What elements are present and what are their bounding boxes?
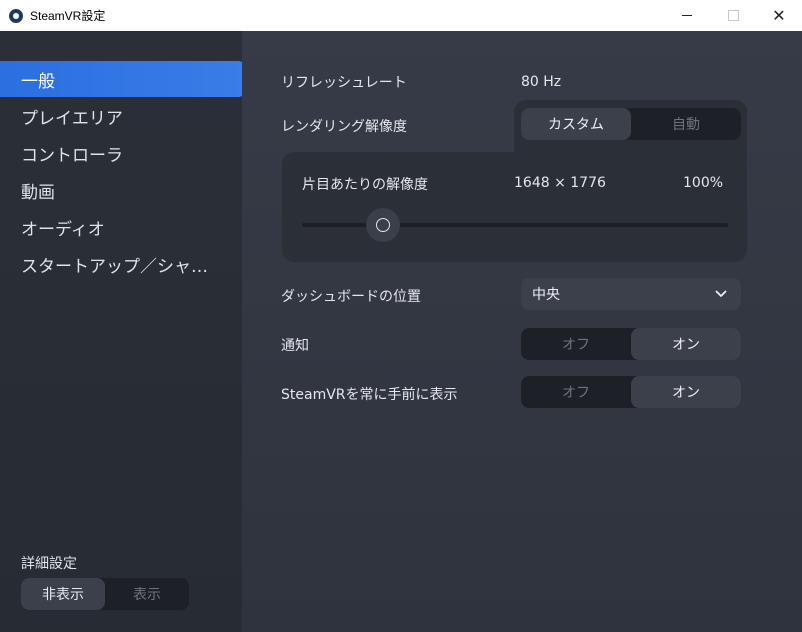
- refresh-rate-value: 80 Hz: [521, 74, 562, 90]
- sidebar-item-general[interactable]: 一般: [0, 61, 246, 97]
- steamvr-app-icon: [9, 8, 23, 23]
- window-controls: ✕: [664, 0, 802, 31]
- advanced-hide-option[interactable]: 非表示: [21, 578, 105, 610]
- sidebar-item-label: オーディオ: [21, 219, 105, 240]
- sidebar-item-video[interactable]: 動画: [0, 172, 246, 208]
- notifications-toggle: オフ オン: [521, 328, 741, 360]
- sidebar-item-label: コントローラ: [21, 145, 123, 166]
- notifications-label: 通知: [281, 338, 309, 354]
- render-resolution-toggle: カスタム 自動: [521, 108, 741, 140]
- sidebar-item-label: 動画: [21, 182, 55, 203]
- always-on-top-label: SteamVRを常に手前に表示: [281, 387, 458, 403]
- always-on-top-toggle: オフ オン: [521, 376, 741, 408]
- close-button[interactable]: ✕: [756, 0, 802, 31]
- per-eye-resolution-value: 1648 × 1776: [514, 175, 606, 191]
- sidebar: 一般 プレイエリア コントローラ 動画 オーディオ スタートアップ／シャットダウ…: [0, 31, 246, 632]
- always-on-top-on-option[interactable]: オン: [631, 376, 741, 408]
- sidebar-item-startup-shutdown[interactable]: スタートアップ／シャットダウン: [0, 246, 246, 282]
- advanced-settings-toggle: 非表示 表示: [21, 578, 189, 610]
- maximize-button[interactable]: [710, 0, 756, 31]
- title-bar: SteamVR設定 ✕: [0, 0, 802, 31]
- sidebar-item-controllers[interactable]: コントローラ: [0, 135, 246, 171]
- resolution-slider-thumb[interactable]: [365, 208, 400, 242]
- maximize-icon: [727, 10, 739, 21]
- notifications-on-option[interactable]: オン: [631, 328, 741, 360]
- per-eye-resolution-percent: 100%: [683, 175, 724, 191]
- advanced-settings-label: 詳細設定: [21, 556, 77, 572]
- advanced-show-option[interactable]: 表示: [105, 578, 189, 610]
- notifications-off-option[interactable]: オフ: [521, 328, 631, 360]
- dashboard-position-value: 中央: [532, 287, 560, 303]
- sidebar-item-label: スタートアップ／シャットダウン: [21, 256, 221, 277]
- minimize-icon: [682, 15, 692, 16]
- window-title: SteamVR設定: [30, 9, 106, 23]
- render-resolution-auto-option[interactable]: 自動: [631, 108, 741, 140]
- sidebar-item-label: 一般: [21, 71, 55, 92]
- settings-panel-general: リフレッシュレート 80 Hz レンダリング解像度 カスタム 自動 片目あたりの…: [242, 31, 802, 632]
- refresh-rate-label: リフレッシュレート: [281, 75, 407, 91]
- render-resolution-custom-option[interactable]: カスタム: [521, 108, 631, 140]
- always-on-top-off-option[interactable]: オフ: [521, 376, 631, 408]
- per-eye-resolution-label: 片目あたりの解像度: [302, 177, 428, 193]
- sidebar-item-play-area[interactable]: プレイエリア: [0, 98, 246, 134]
- close-icon: ✕: [772, 6, 786, 25]
- dashboard-position-label: ダッシュボードの位置: [281, 289, 421, 305]
- render-resolution-label: レンダリング解像度: [281, 119, 407, 135]
- chevron-down-icon: [715, 290, 727, 297]
- slider-thumb-ring-icon: [375, 218, 390, 232]
- sidebar-item-audio[interactable]: オーディオ: [0, 209, 246, 245]
- dashboard-position-select[interactable]: 中央: [521, 278, 741, 310]
- resolution-panel: [282, 152, 747, 262]
- steamvr-settings-window: SteamVR設定 ✕ 一般 プレイエリア コントローラ 動画 オーディオ スタ…: [0, 0, 802, 632]
- minimize-button[interactable]: [664, 0, 710, 31]
- sidebar-item-label: プレイエリア: [21, 108, 123, 129]
